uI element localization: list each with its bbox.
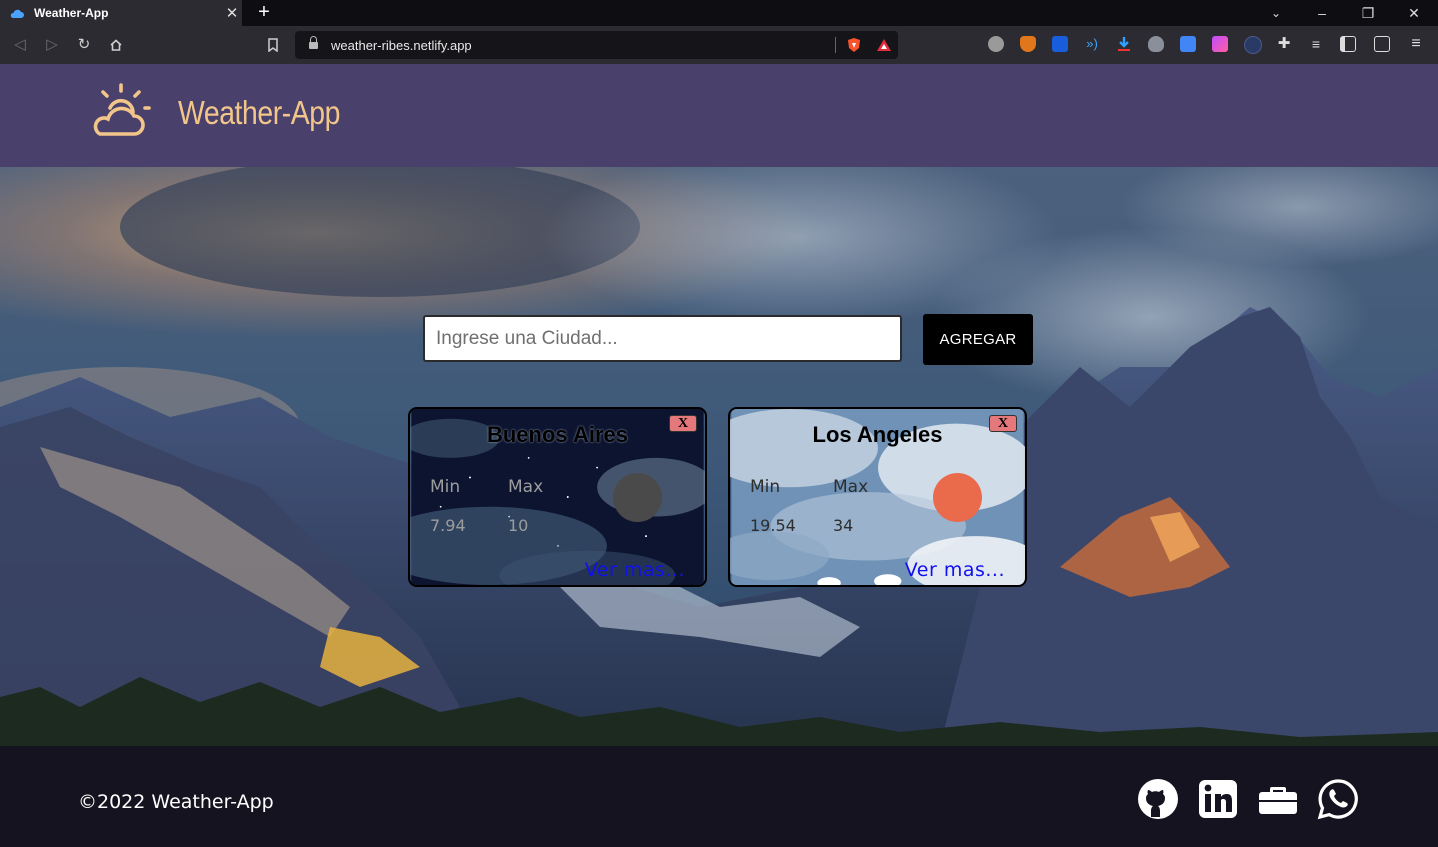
brave-shield-icon[interactable] [846,37,862,53]
metamask-icon[interactable] [1020,36,1036,52]
url-text: weather-ribes.netlify.app [331,37,472,53]
forward-icon[interactable]: ▷ [41,34,63,56]
extensions-puzzle-icon[interactable]: ✚ [1276,36,1292,52]
mountain-landscape-image [0,167,1438,746]
url-divider [835,37,836,53]
color-picker-icon[interactable] [1212,36,1228,52]
remove-card-button[interactable]: X [669,415,697,432]
see-more-link[interactable]: Ver mas... [585,559,685,581]
lock-icon [309,36,318,50]
address-bar[interactable]: weather-ribes.netlify.app [295,31,898,59]
weather-icon [933,473,982,522]
whatsapp-icon[interactable] [1317,778,1359,820]
min-label: Min [430,477,461,497]
bitwarden-icon[interactable] [1052,36,1068,52]
tab-list-chevron-icon[interactable]: ⌄ [1253,0,1299,26]
download-icon[interactable] [1116,36,1132,52]
city-card-buenos-aires: Buenos Aires X Min Max 7.94 10 Ver mas..… [408,407,707,587]
city-card-los-angeles: Los Angeles X Min Max 19.54 34 Ver mas..… [728,407,1027,587]
cat-icon[interactable] [1148,36,1164,52]
max-value: 34 [833,516,854,535]
max-value: 10 [508,516,529,535]
copyright-text: ©2022 Weather-App [78,791,274,813]
github-icon[interactable] [1137,778,1179,820]
playlist-icon[interactable]: ≡ [1308,36,1324,52]
min-value: 19.54 [750,516,796,535]
min-label: Min [750,477,781,497]
max-label: Max [833,477,869,497]
back-icon[interactable]: ◁ [9,34,31,56]
hero-background: AGREGAR Buenos Aires X Min Max 7.94 10 V… [0,167,1438,746]
home-icon[interactable] [105,34,127,56]
app-header: Weather-App [0,64,1438,167]
browser-tab[interactable]: Weather-App ✕ [0,0,242,26]
minimize-button[interactable]: – [1299,0,1345,26]
maximize-button[interactable]: ❐ [1345,0,1391,26]
add-city-button[interactable]: AGREGAR [923,314,1033,365]
reload-icon[interactable]: ↻ [73,34,95,56]
remove-card-button[interactable]: X [989,415,1017,432]
menu-icon[interactable]: ≡ [1408,36,1424,52]
avatar-icon[interactable] [1244,36,1262,54]
tab-strip: Weather-App ✕ + ⌄ – ❐ ✕ [0,0,1438,26]
sun-cloud-icon[interactable] [88,82,152,140]
new-tab-button[interactable]: + [254,2,274,24]
max-label: Max [508,477,544,497]
briefcase-icon[interactable] [1257,778,1299,820]
app-footer: ©2022 Weather-App [0,746,1438,847]
translate-icon[interactable] [1180,36,1196,52]
browser-toolbar: ◁ ▷ ↻ weather-ribes.netlify.app ») ✚ ≡ ≡ [0,26,1438,64]
see-more-link[interactable]: Ver mas... [905,559,1005,581]
city-name: Buenos Aires [486,422,628,447]
min-value: 7.94 [430,516,466,535]
weather-icon [613,473,662,522]
city-search-input[interactable] [423,315,902,362]
sidebar-icon[interactable] [1340,36,1356,52]
k-extension-icon[interactable] [988,36,1004,52]
city-name: Los Angeles [812,422,943,447]
brave-rewards-icon[interactable] [876,37,892,53]
close-window-button[interactable]: ✕ [1391,0,1437,26]
tab-close-icon[interactable]: ✕ [222,4,242,22]
brand-title[interactable]: Weather-App [178,94,340,132]
wifi-icon[interactable]: ») [1084,36,1100,52]
bookmark-icon[interactable] [262,34,284,56]
wallet-icon[interactable] [1374,36,1390,52]
tab-title: Weather-App [34,6,109,20]
linkedin-icon[interactable] [1197,778,1239,820]
weather-favicon-icon [10,8,24,18]
